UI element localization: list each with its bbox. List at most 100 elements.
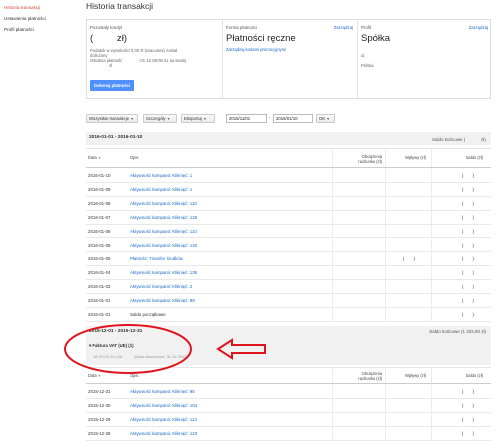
table-row: 2015-12-28 Aktywność kampanii: Kliknięć: … xyxy=(86,427,491,441)
sort-icon: ▼ xyxy=(97,374,101,378)
profile-column: Profil Zarządzaj Spółka ul. Polska xyxy=(357,20,492,98)
profile-value: Spółka xyxy=(361,33,391,44)
invoice-date: (Data utworzenia: 31.12.2015) xyxy=(134,354,188,359)
row-description[interactable]: Aktywność kampanii: Kliknięć: 113 xyxy=(130,417,197,422)
table-row: 2015-12-30 Aktywność kampanii: Kliknięć: … xyxy=(86,399,491,413)
credit-amount-open: ( xyxy=(90,33,94,44)
sort-icon: ▼ xyxy=(97,156,101,160)
table-row: 2016-01-05 Aktywność kampanii: Kliknięć: … xyxy=(86,238,491,253)
details-dropdown[interactable]: Szczegóły ▼ xyxy=(143,114,177,123)
table-row: 2016-01-04 Aktywność kampanii: Kliknięć: … xyxy=(86,266,491,281)
row-description[interactable]: Aktywność kampanii: Kliknięć: 2 xyxy=(130,284,192,289)
credit-amount-currency: zł) xyxy=(117,33,128,44)
col-description[interactable]: Opis xyxy=(130,373,138,378)
col-balance[interactable]: Saldo (zł) xyxy=(436,155,483,160)
col-description[interactable]: Opis xyxy=(130,155,138,160)
credit-column: Pozostały kredyt ( zł) Podatek w wysokoś… xyxy=(87,20,222,98)
table-row: 2016-01-06 Aktywność kampanii: Kliknięć: … xyxy=(86,224,491,239)
period-header-2015: 2015-12-01 - 2015-12-31 Saldo końcowe (1… xyxy=(86,326,491,340)
row-balance: ( ) xyxy=(461,284,478,290)
ok-label: OK xyxy=(319,116,326,121)
col-balance[interactable]: Saldo (zł) xyxy=(436,373,483,378)
chevron-down-icon: ▼ xyxy=(166,117,171,121)
row-date: 2016-01-01 xyxy=(88,298,111,304)
col-charges[interactable]: Obciążenia rachunku (zł) xyxy=(344,371,382,381)
sidebar-item-payment-profile[interactable]: Profil płatności xyxy=(4,27,34,32)
sidebar-item-payment-settings[interactable]: Ustawienia płatności xyxy=(4,16,46,21)
row-balance: ( ) xyxy=(461,312,478,317)
last-payment-amount: zł xyxy=(109,63,113,68)
row-date: 2016-01-08 xyxy=(88,200,111,206)
row-balance: ( ) xyxy=(461,270,478,276)
row-description[interactable]: Płatność: Transfer środków xyxy=(130,256,183,261)
row-description[interactable]: Aktywność kampanii: Kliknięć: 1 xyxy=(130,173,192,178)
row-date: 2016-01-07 xyxy=(88,214,111,220)
row-balance: ( ) xyxy=(461,228,478,234)
closing-balance-suffix: zł) xyxy=(481,137,486,142)
date-from-input[interactable]: 2015/11/01 xyxy=(226,114,267,123)
promo-codes-link[interactable]: Zarządzaj kodami promocyjnymi xyxy=(226,47,286,52)
table-row: 2016-01-10 Aktywność kampanii: Kliknięć: … xyxy=(86,169,491,183)
row-balance: ( ) xyxy=(461,242,478,248)
col-credits[interactable]: Wpływy (zł) xyxy=(386,373,426,378)
triangle-down-icon: ▾ xyxy=(89,343,92,348)
table-row: 2015-12-29 Aktywność kampanii: Kliknięć: … xyxy=(86,413,491,427)
row-description[interactable]: Aktywność kampanii: Kliknięć: 140 xyxy=(130,243,197,248)
account-summary-panel: Pozostały kredyt ( zł) Podatek w wysokoś… xyxy=(86,19,491,99)
row-balance: ( ) xyxy=(461,200,478,206)
col-charges[interactable]: Obciążenia rachunku (zł) xyxy=(344,154,382,164)
row-date: 2016-01-04 xyxy=(88,270,111,276)
sidebar-item-transaction-history[interactable]: Historia transakcji xyxy=(4,5,40,10)
row-date: 2016-01-06 xyxy=(88,228,111,234)
table-row: 2016-01-08 Aktywność kampanii: Kliknięć: … xyxy=(86,196,491,211)
chevron-down-icon: ▼ xyxy=(326,117,330,121)
invoice-toggle[interactable]: ▾ Faktura VAT (UE) (1) xyxy=(89,343,134,349)
payment-form-manage-link[interactable]: Zarządzaj xyxy=(334,25,353,30)
row-description[interactable]: Aktywność kampanii: Kliknięć: 1 xyxy=(130,187,192,192)
filter-label: Wszystkie transakcje xyxy=(89,116,130,121)
closing-balance-label: Saldo końcowe (1 202,80 zł) xyxy=(429,329,486,334)
details-label: Szczegóły xyxy=(146,116,166,121)
table-row: 2016-01-05 Płatność: Transfer środków ( ) (… xyxy=(86,252,491,267)
ok-button[interactable]: OK ▼ xyxy=(316,114,335,123)
table-row: 2016-01-03 Aktywność kampanii: Kliknięć: … xyxy=(86,280,491,295)
invoice-number[interactable]: 18-07/15-10-116 xyxy=(93,354,122,359)
row-description[interactable]: Aktywność kampanii: Kliknięć: 136 xyxy=(130,270,197,275)
profile-country: Polska xyxy=(361,63,374,68)
row-balance: ( ) xyxy=(461,298,478,304)
col-date[interactable]: Data ▼ xyxy=(88,373,101,379)
row-description[interactable]: Aktywność kampanii: Kliknięć: 123 xyxy=(130,431,197,436)
row-description[interactable]: Aktywność kampanii: Kliknięć: 95 xyxy=(130,389,195,394)
row-balance: ( ) xyxy=(461,389,478,394)
date-to-input[interactable]: 2016/01/10 xyxy=(273,114,313,123)
date-separator: - xyxy=(269,115,271,120)
last-payment-value: -01-12 08:06:41 na kwotę xyxy=(139,58,187,63)
profile-manage-link[interactable]: Zarządzaj xyxy=(469,25,488,30)
row-description[interactable]: Aktywność kampanii: Kliknięć: 110 xyxy=(130,229,197,234)
row-balance: ( ) xyxy=(461,256,478,262)
make-payment-button[interactable]: Dokonaj płatności xyxy=(90,80,134,91)
col-date[interactable]: Data ▼ xyxy=(88,155,101,161)
row-date: 2016-01-10 xyxy=(88,173,111,178)
row-description[interactable]: Aktywność kampanii: Kliknięć: 110 xyxy=(130,201,197,206)
export-label: Eksportuj xyxy=(184,116,202,121)
row-date: 2016-01-03 xyxy=(88,284,111,290)
period-header-2016: 2016-01-01 - 2016-01-10 xyxy=(86,132,491,145)
row-description: Saldo początkowe xyxy=(130,312,166,317)
col-credits[interactable]: Wpływy (zł) xyxy=(386,155,426,160)
row-description[interactable]: Aktywność kampanii: Kliknięć: 104 xyxy=(130,403,197,408)
row-description[interactable]: Aktywność kampanii: Kliknięć: 128 xyxy=(130,215,197,220)
transaction-filter-dropdown[interactable]: Wszystkie transakcje ▼ xyxy=(86,114,138,123)
row-description[interactable]: Aktywność kampanii: Kliknięć: 89 xyxy=(130,298,195,303)
period-title: 2016-01-01 - 2016-01-10 xyxy=(89,135,143,140)
payment-form-column: Forma płatności Zarządzaj Płatności ręcz… xyxy=(222,20,357,98)
row-date: 2015-12-29 xyxy=(88,417,111,422)
table-row: 2016-01-01 Aktywność kampanii: Kliknięć: … xyxy=(86,294,491,308)
row-balance: ( ) xyxy=(461,186,478,192)
invoice-block: ▾ Faktura VAT (UE) (1) 18-07/15-10-116 (… xyxy=(86,340,491,365)
row-date: 2016-01-05 xyxy=(88,242,111,248)
export-dropdown[interactable]: Eksportuj ▼ xyxy=(181,114,215,123)
closing-balance-label: Saldo końcowe ( xyxy=(432,137,466,142)
chevron-down-icon: ▼ xyxy=(130,117,134,121)
table-row: 2015-12-31 Aktywność kampanii: Kliknięć: … xyxy=(86,385,491,399)
